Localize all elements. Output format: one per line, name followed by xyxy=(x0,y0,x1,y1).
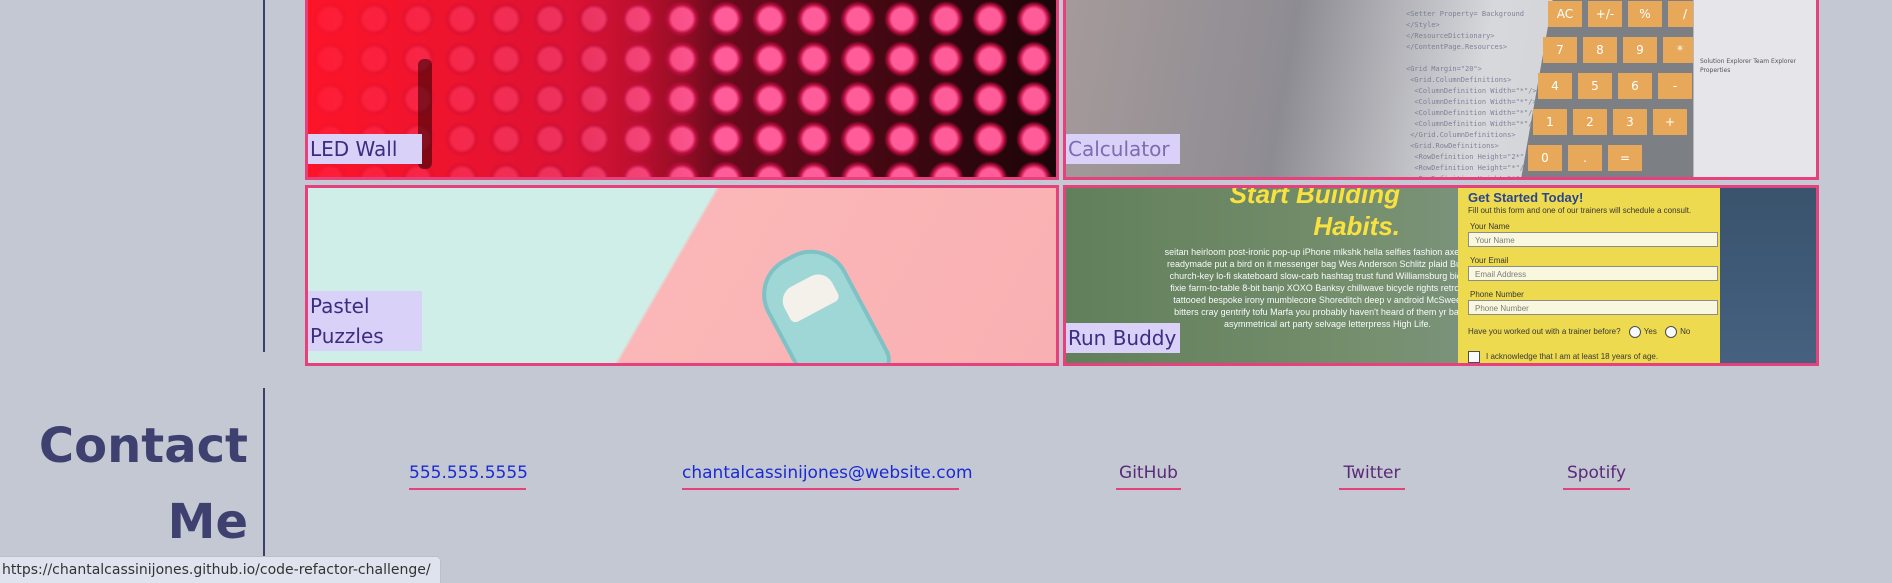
project-tile-calculator[interactable]: <Setter Property= Background </Style> </… xyxy=(1063,0,1819,180)
calculator-key: 7 xyxy=(1543,37,1577,63)
project-label: Calculator xyxy=(1066,134,1180,164)
calculator-key: 9 xyxy=(1623,37,1657,63)
calculator-key: AC xyxy=(1548,1,1582,27)
calculator-key: 1 xyxy=(1533,109,1567,135)
project-tile-led-wall[interactable]: LED Wall xyxy=(305,0,1059,180)
twitter-link[interactable]: Twitter xyxy=(1339,458,1405,490)
github-link[interactable]: GitHub xyxy=(1116,458,1181,490)
calculator-key: +/- xyxy=(1588,1,1622,27)
calculator-key: = xyxy=(1608,145,1642,171)
calculator-key: 0 xyxy=(1528,145,1562,171)
calculator-key: 4 xyxy=(1538,73,1572,99)
ide-side-panel: Solution Explorer Team Explorer Properti… xyxy=(1693,0,1816,177)
project-label: Pastel Puzzles xyxy=(308,291,422,351)
contact-heading: Contact Me xyxy=(38,418,248,550)
browser-status-url: https://chantalcassinijones.github.io/co… xyxy=(0,556,441,583)
project-label: Run Buddy xyxy=(1066,323,1180,353)
spotify-link[interactable]: Spotify xyxy=(1563,458,1630,490)
project-tile-run-buddy[interactable]: Start Building Habits. seitan heirloom p… xyxy=(1063,185,1819,366)
calculator-key: . xyxy=(1568,145,1602,171)
project-tile-pastel-puzzles[interactable]: Pastel Puzzles xyxy=(305,185,1059,366)
calculator-key: 5 xyxy=(1578,73,1612,99)
section-divider-line xyxy=(263,0,265,352)
calculator-key: 2 xyxy=(1573,109,1607,135)
calculator-key: - xyxy=(1658,73,1692,99)
contact-divider-line xyxy=(263,388,265,582)
calculator-key: 8 xyxy=(1583,37,1617,63)
email-link[interactable]: chantalcassinijones@website.com xyxy=(682,458,973,490)
calculator-key: 3 xyxy=(1613,109,1647,135)
calculator-key: + xyxy=(1653,109,1687,135)
calculator-key: * xyxy=(1663,37,1697,63)
calculator-key: 6 xyxy=(1618,73,1652,99)
calculator-key: % xyxy=(1628,1,1662,27)
phone-link[interactable]: 555.555.5555 xyxy=(409,458,528,490)
project-label: LED Wall xyxy=(308,134,422,164)
